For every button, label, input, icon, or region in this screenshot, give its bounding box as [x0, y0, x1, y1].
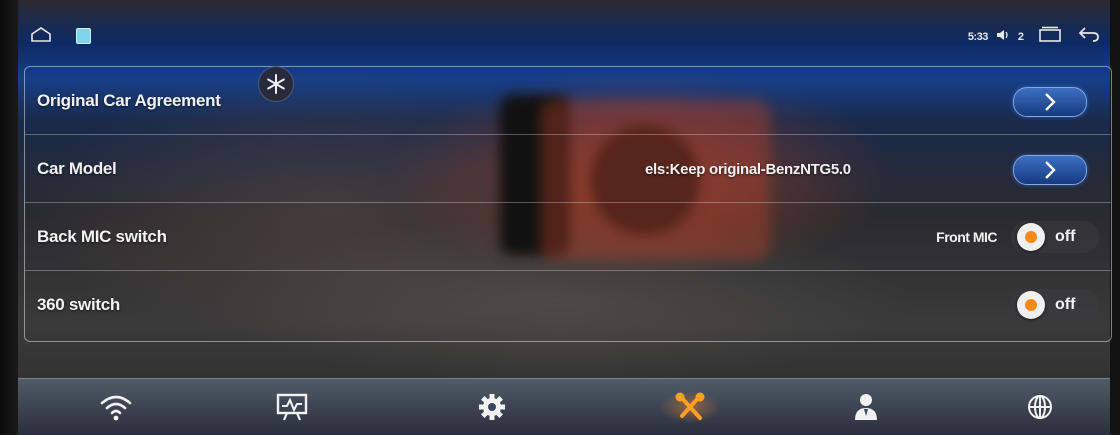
tools-icon: [675, 392, 705, 420]
toggle-knob: [1017, 223, 1045, 251]
toggle-knob: [1017, 291, 1045, 319]
chevron-right-icon: [1045, 93, 1056, 111]
setting-label: Car Model: [37, 159, 117, 178]
nav-settings[interactable]: [462, 385, 522, 429]
recent-apps-icon[interactable]: [1038, 26, 1062, 47]
setting-row-360-switch[interactable]: 360 switch off: [25, 271, 1111, 339]
bottom-nav-bar: [18, 378, 1110, 435]
back-icon[interactable]: [1078, 26, 1100, 47]
volume-level: 2: [1017, 30, 1024, 43]
setting-row-back-mic-switch[interactable]: Back MIC switch Front MIC off: [25, 203, 1111, 271]
nav-user[interactable]: [836, 385, 896, 429]
nav-display[interactable]: [262, 385, 322, 429]
snowflake-icon[interactable]: [258, 66, 294, 102]
open-car-model-button[interactable]: [1013, 155, 1087, 185]
car-model-value: els:Keep original-BenzNTG5.0: [645, 161, 851, 178]
screen-bezel-left: [0, 0, 18, 434]
gear-icon: [479, 394, 505, 420]
toggle-state: off: [1055, 228, 1076, 245]
open-original-car-agreement-button[interactable]: [1013, 87, 1087, 117]
front-mic-label: Front MIC: [936, 229, 997, 245]
setting-label: Back MIC switch: [37, 227, 167, 246]
back-mic-toggle[interactable]: off: [1011, 221, 1099, 253]
home-icon[interactable]: [30, 26, 52, 47]
chevron-right-icon: [1045, 161, 1056, 179]
volume-icon: [996, 28, 1010, 46]
status-bar: 5:33 2: [18, 20, 1110, 58]
status-right-group: 5:33 2: [968, 26, 1100, 47]
app-icon[interactable]: [76, 28, 91, 44]
user-icon: [855, 394, 877, 420]
nav-tools[interactable]: [660, 385, 720, 429]
settings-panel: Original Car Agreement Car Model els:Kee…: [24, 66, 1112, 342]
setting-label: 360 switch: [37, 295, 120, 314]
nav-language[interactable]: [1010, 385, 1070, 429]
setting-row-car-model[interactable]: Car Model els:Keep original-BenzNTG5.0: [25, 135, 1111, 203]
nav-wifi[interactable]: [86, 385, 146, 429]
display-icon: [276, 393, 308, 421]
clock: 5:33: [967, 30, 989, 43]
360-toggle[interactable]: off: [1011, 289, 1099, 321]
setting-label: Original Car Agreement: [37, 91, 221, 110]
globe-icon: [1028, 395, 1052, 419]
toggle-state: off: [1055, 296, 1076, 313]
wifi-icon: [100, 395, 132, 421]
setting-row-original-car-agreement[interactable]: Original Car Agreement: [25, 67, 1111, 135]
